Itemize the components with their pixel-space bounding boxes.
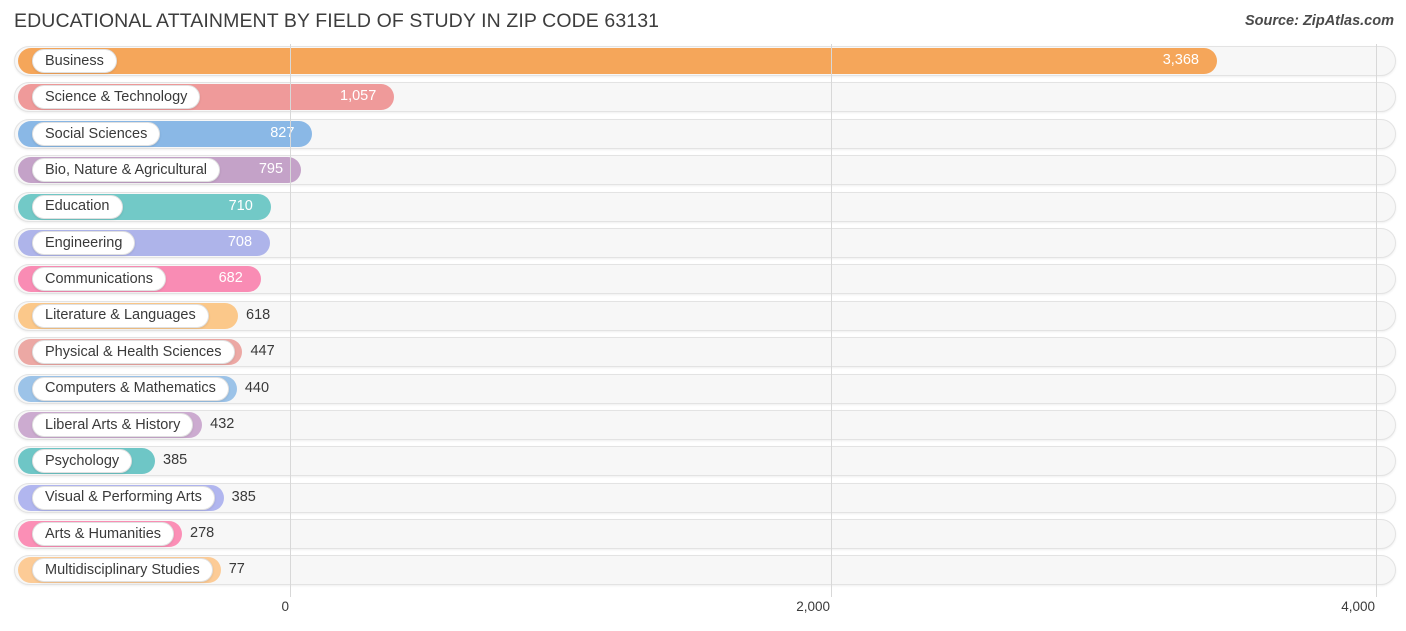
bar-track xyxy=(14,519,1396,550)
table-row[interactable]: Liberal Arts & History 432 xyxy=(0,408,1406,444)
bar-label-pill: Liberal Arts & History xyxy=(32,412,194,437)
chart-header: EDUCATIONAL ATTAINMENT BY FIELD OF STUDY… xyxy=(0,0,1406,44)
table-row[interactable]: Multidisciplinary Studies 77 xyxy=(0,553,1406,589)
bar-label: Computers & Mathematics xyxy=(45,380,216,397)
table-row[interactable]: Engineering 708 xyxy=(0,226,1406,262)
bar-label: Communications xyxy=(45,271,153,288)
axis-tick-label: 4,000 xyxy=(1341,599,1375,614)
bar-label: Education xyxy=(45,198,110,215)
bar-label-pill: Physical & Health Sciences xyxy=(32,340,235,365)
bar-track xyxy=(14,446,1396,477)
bar-label-pill: Business xyxy=(32,49,117,73)
bar-value: 682 xyxy=(218,270,243,287)
axis-tick-label: 2,000 xyxy=(796,599,830,614)
bar-label-pill: Multidisciplinary Studies xyxy=(32,558,213,583)
bar-value: 708 xyxy=(227,233,253,250)
table-row[interactable]: Communications 682 xyxy=(0,262,1406,298)
table-row[interactable]: Science & Technology 1,057 xyxy=(0,80,1406,116)
bar-value: 385 xyxy=(163,452,188,469)
bar-label: Bio, Nature & Agricultural xyxy=(45,161,207,178)
bar-value: 1,057 xyxy=(340,88,377,105)
bar-label: Social Sciences xyxy=(45,125,148,142)
bar-rows: Business 3,368 Science & Technology 1,057 So… xyxy=(0,44,1406,590)
bar-label: Arts & Humanities xyxy=(45,525,162,542)
bar-value: 3,368 xyxy=(1162,52,1199,68)
page-title: EDUCATIONAL ATTAINMENT BY FIELD OF STUDY… xyxy=(14,10,660,32)
bar-label: Business xyxy=(45,52,104,69)
bar-label: Engineering xyxy=(45,234,123,251)
bar-value: 385 xyxy=(231,488,256,505)
axis-tick-label: 0 xyxy=(281,599,289,614)
bar-label-pill: Education xyxy=(32,194,123,219)
bar-label: Psychology xyxy=(45,453,120,470)
chart-page: EDUCATIONAL ATTAINMENT BY FIELD OF STUDY… xyxy=(0,0,1406,631)
table-row[interactable]: Visual & Performing Arts 385 xyxy=(0,481,1406,517)
table-row[interactable]: Social Sciences 827 xyxy=(0,117,1406,153)
bar-value: 77 xyxy=(228,561,245,578)
bar-label-pill: Visual & Performing Arts xyxy=(32,485,215,510)
bar-label-pill: Psychology xyxy=(32,449,133,474)
bar-value: 710 xyxy=(228,197,253,214)
bar-label-pill: Engineering xyxy=(32,230,136,255)
bar-value: 278 xyxy=(190,525,215,542)
table-row[interactable]: Bio, Nature & Agricultural 795 xyxy=(0,153,1406,189)
bar-label: Science & Technology xyxy=(45,89,188,106)
bar-value: 440 xyxy=(244,379,270,396)
bar-label-pill: Science & Technology xyxy=(32,85,201,110)
bar[interactable] xyxy=(18,48,1217,74)
bar-label: Visual & Performing Arts xyxy=(45,489,202,506)
table-row[interactable]: Education 710 xyxy=(0,190,1406,226)
bar-label-pill: Bio, Nature & Agricultural xyxy=(32,158,220,183)
table-row[interactable]: Literature & Languages 618 xyxy=(0,299,1406,335)
source-attribution: Source: ZipAtlas.com xyxy=(1244,13,1394,29)
x-axis: 0 2,000 4,000 xyxy=(0,597,1406,631)
bar-value: 447 xyxy=(250,343,275,360)
bar-label: Multidisciplinary Studies xyxy=(45,562,200,579)
bar-value: 827 xyxy=(270,124,295,141)
bar-value: 795 xyxy=(258,161,284,178)
bar-label: Literature & Languages xyxy=(45,307,196,324)
table-row[interactable]: Business 3,368 xyxy=(0,44,1406,80)
bar-label-pill: Literature & Languages xyxy=(32,303,209,328)
bar-value: 432 xyxy=(210,415,235,432)
bar-track xyxy=(14,555,1396,586)
plot-area: Business 3,368 Science & Technology 1,057 So… xyxy=(0,44,1406,597)
bar-label-pill: Computers & Mathematics xyxy=(32,376,229,401)
bar-label: Physical & Health Sciences xyxy=(45,343,222,360)
table-row[interactable]: Computers & Mathematics 440 xyxy=(0,372,1406,408)
table-row[interactable]: Physical & Health Sciences 447 xyxy=(0,335,1406,371)
bar-label: Liberal Arts & History xyxy=(45,416,181,433)
bar-label-pill: Social Sciences xyxy=(32,121,161,146)
bar-value: 618 xyxy=(246,306,271,323)
table-row[interactable]: Arts & Humanities 278 xyxy=(0,517,1406,553)
bar-label-pill: Communications xyxy=(32,267,166,292)
table-row[interactable]: Psychology 385 xyxy=(0,444,1406,480)
bar-label-pill: Arts & Humanities xyxy=(32,522,175,547)
